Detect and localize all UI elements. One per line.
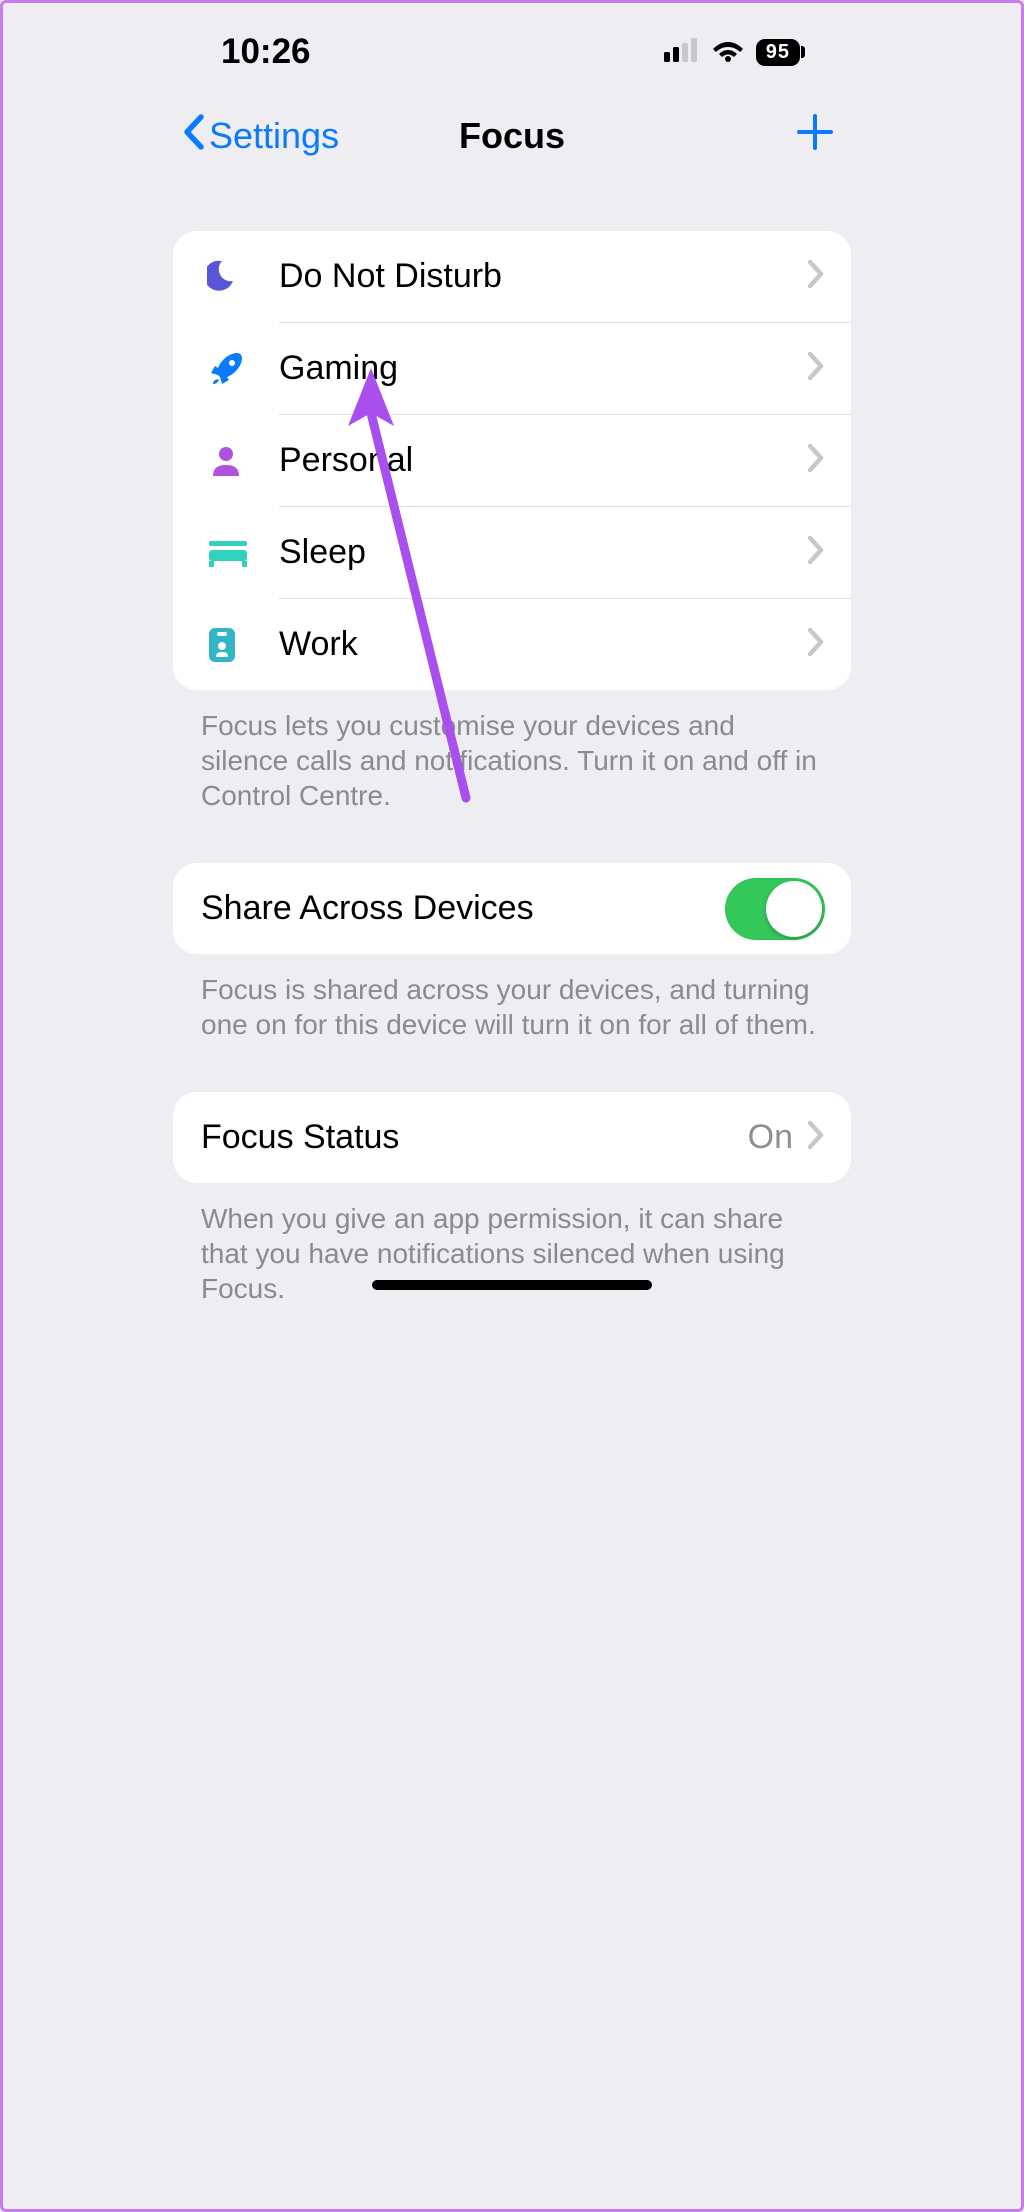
focus-row-personal[interactable]: Personal — [173, 415, 851, 506]
chevron-right-icon — [807, 1120, 825, 1155]
badge-icon — [207, 626, 279, 664]
share-label: Share Across Devices — [201, 889, 725, 928]
share-footer: Focus is shared across your devices, and… — [161, 954, 863, 1042]
chevron-right-icon — [807, 351, 825, 386]
focus-row-label: Gaming — [279, 349, 807, 388]
wifi-icon — [712, 38, 744, 67]
focus-row-sleep[interactable]: Sleep — [173, 507, 851, 598]
bed-icon — [207, 538, 279, 568]
chevron-right-icon — [807, 443, 825, 478]
focus-row-label: Personal — [279, 441, 807, 480]
focus-row-label: Work — [279, 625, 807, 664]
person-icon — [207, 442, 279, 480]
plus-icon — [795, 110, 835, 163]
chevron-right-icon — [807, 535, 825, 570]
share-card: Share Across Devices — [173, 863, 851, 954]
focus-row-gaming[interactable]: Gaming — [173, 323, 851, 414]
page-title: Focus — [459, 115, 565, 157]
focus-footer: Focus lets you customise your devices an… — [161, 690, 863, 813]
add-button[interactable] — [795, 109, 843, 164]
focus-status-card: Focus Status On — [173, 1092, 851, 1183]
toggle-knob — [766, 881, 822, 937]
status-right: 95 — [664, 38, 805, 67]
chevron-left-icon — [181, 113, 205, 160]
cellular-icon — [664, 38, 700, 67]
moon-icon — [207, 258, 279, 296]
home-indicator — [372, 1280, 652, 1290]
focus-status-label: Focus Status — [201, 1118, 748, 1157]
focus-row-work[interactable]: Work — [173, 599, 851, 690]
nav-header: Settings Focus — [161, 101, 863, 171]
focus-status-value: On — [748, 1118, 793, 1157]
share-across-devices-row: Share Across Devices — [173, 863, 851, 954]
status-time: 10:26 — [221, 32, 311, 72]
focus-row-do-not-disturb[interactable]: Do Not Disturb — [173, 231, 851, 322]
battery-icon: 95 — [756, 39, 805, 66]
chevron-right-icon — [807, 627, 825, 662]
chevron-right-icon — [807, 259, 825, 294]
back-button[interactable]: Settings — [181, 113, 339, 160]
focus-row-label: Sleep — [279, 533, 807, 572]
back-label: Settings — [209, 115, 339, 157]
rocket-icon — [207, 350, 279, 388]
focus-status-row[interactable]: Focus Status On — [173, 1092, 851, 1183]
focus-list: Do Not Disturb Gaming — [173, 231, 851, 690]
share-toggle[interactable] — [725, 878, 825, 940]
status-bar: 10:26 95 — [161, 3, 863, 101]
focus-row-label: Do Not Disturb — [279, 257, 807, 296]
